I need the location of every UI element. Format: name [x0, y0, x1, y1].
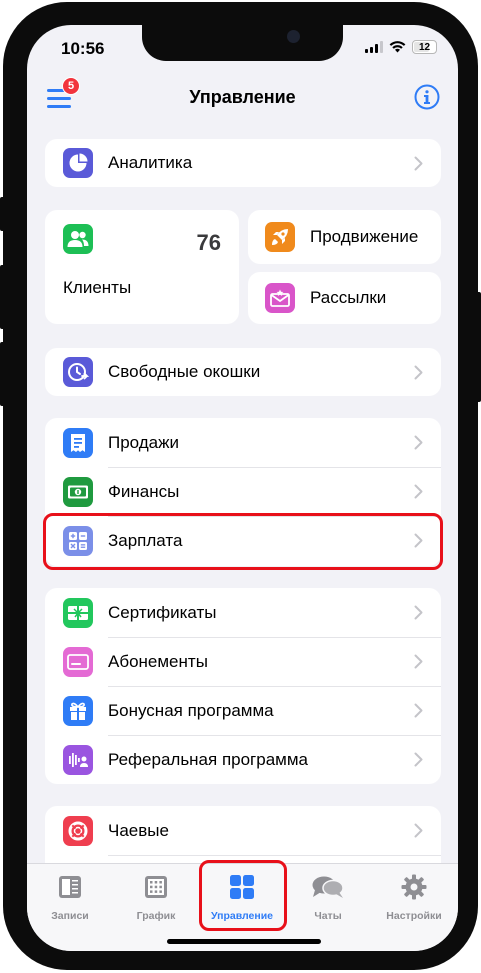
- gear-icon: [401, 874, 427, 900]
- tips-label: Чаевые: [108, 820, 169, 840]
- phone-frame: 10:56 12 5 Управление Аналитика 76 Клиен…: [0, 2, 481, 970]
- list-item-label: Реферальная программа: [108, 749, 308, 769]
- list-item-label: Финансы: [108, 481, 180, 501]
- free-slots-card[interactable]: Свободные окошки: [45, 348, 441, 396]
- chevron-right-icon: [414, 703, 423, 718]
- schedule-icon: [145, 876, 167, 898]
- banknote-icon: [63, 476, 93, 507]
- clients-count: 76: [196, 230, 221, 255]
- list-item-label: Бонусная программа: [108, 700, 274, 720]
- battery-level: 12: [418, 41, 431, 53]
- power-button: [475, 292, 481, 402]
- list-item-bonus[interactable]: Бонусная программа: [45, 686, 441, 735]
- tab-settings[interactable]: Настройки: [371, 874, 457, 922]
- tab-label: Настройки: [386, 910, 442, 922]
- chevron-right-icon: [414, 156, 423, 170]
- volume-down-button: [0, 342, 6, 406]
- camera-icon: [287, 30, 300, 43]
- list-item-certificates[interactable]: Сертификаты: [45, 588, 441, 637]
- status-time: 10:56: [61, 39, 105, 58]
- chevron-right-icon: [414, 654, 423, 669]
- list-item-finance[interactable]: Финансы: [45, 467, 441, 516]
- mail-icon: [265, 283, 295, 313]
- salary-highlight: [43, 513, 443, 570]
- side-button: [0, 197, 6, 231]
- lifebuoy-icon: [63, 815, 93, 846]
- gift-icon: [63, 695, 93, 726]
- chevron-right-icon: [414, 484, 423, 499]
- screen: 10:56 12 5 Управление Аналитика 76 Клиен…: [27, 25, 458, 951]
- tab-chats[interactable]: Чаты: [285, 874, 371, 922]
- free-slots-label: Свободные окошки: [108, 362, 261, 381]
- analytics-label: Аналитика: [108, 153, 193, 172]
- management-tab-highlight: [199, 860, 287, 931]
- list-item-label: Абонементы: [108, 651, 208, 671]
- wifi-icon: [389, 41, 406, 53]
- mailings-card[interactable]: Рассылки: [248, 272, 441, 324]
- volume-up-button: [0, 265, 6, 329]
- list-item-referral[interactable]: Реферальная программа: [45, 735, 441, 784]
- tab-label: Записи: [51, 910, 89, 922]
- notch: [142, 25, 343, 61]
- rocket-icon: [265, 222, 295, 252]
- receipt-icon: [63, 427, 93, 458]
- chevron-right-icon: [414, 435, 423, 450]
- certificate-icon: [63, 597, 93, 628]
- chevron-right-icon: [414, 605, 423, 620]
- list-item-label: Сертификаты: [108, 602, 217, 622]
- tab-bar: Записи График Управление Чаты Настройки: [27, 860, 458, 951]
- page-title: Управление: [189, 87, 296, 107]
- clients-icon: [63, 224, 93, 254]
- records-icon: [59, 876, 81, 898]
- list-item-label: Продажи: [108, 432, 179, 452]
- subscription-card-icon: [63, 646, 93, 677]
- clients-card[interactable]: 76 Клиенты: [45, 210, 239, 324]
- list-item-sales[interactable]: Продажи: [45, 418, 441, 467]
- home-indicator: [167, 939, 321, 944]
- battery-icon: 12: [412, 40, 437, 54]
- chevron-right-icon: [414, 752, 423, 767]
- info-icon[interactable]: [414, 84, 440, 110]
- mailings-label: Рассылки: [310, 288, 387, 307]
- tab-label: График: [136, 910, 176, 922]
- clients-label: Клиенты: [63, 278, 132, 297]
- tab-schedule[interactable]: График: [113, 874, 199, 922]
- divider: [108, 855, 441, 856]
- analytics-card[interactable]: Аналитика: [45, 139, 441, 187]
- list-item-subscriptions[interactable]: Абонементы: [45, 637, 441, 686]
- tab-label: Чаты: [314, 910, 342, 922]
- signal-icon: [365, 41, 383, 53]
- chevron-right-icon: [414, 365, 423, 379]
- status-icons: 12: [365, 40, 437, 54]
- clock-icon: [63, 357, 93, 387]
- programs-group: Сертификаты Абонементы Бонусная программ…: [45, 588, 441, 784]
- pie-chart-icon: [63, 148, 93, 178]
- promotion-card[interactable]: Продвижение: [248, 210, 441, 264]
- chevron-right-icon: [414, 823, 423, 838]
- promotion-label: Продвижение: [310, 227, 419, 246]
- referral-icon: [63, 744, 93, 775]
- chats-icon: [312, 876, 344, 898]
- tab-records[interactable]: Записи: [27, 874, 113, 922]
